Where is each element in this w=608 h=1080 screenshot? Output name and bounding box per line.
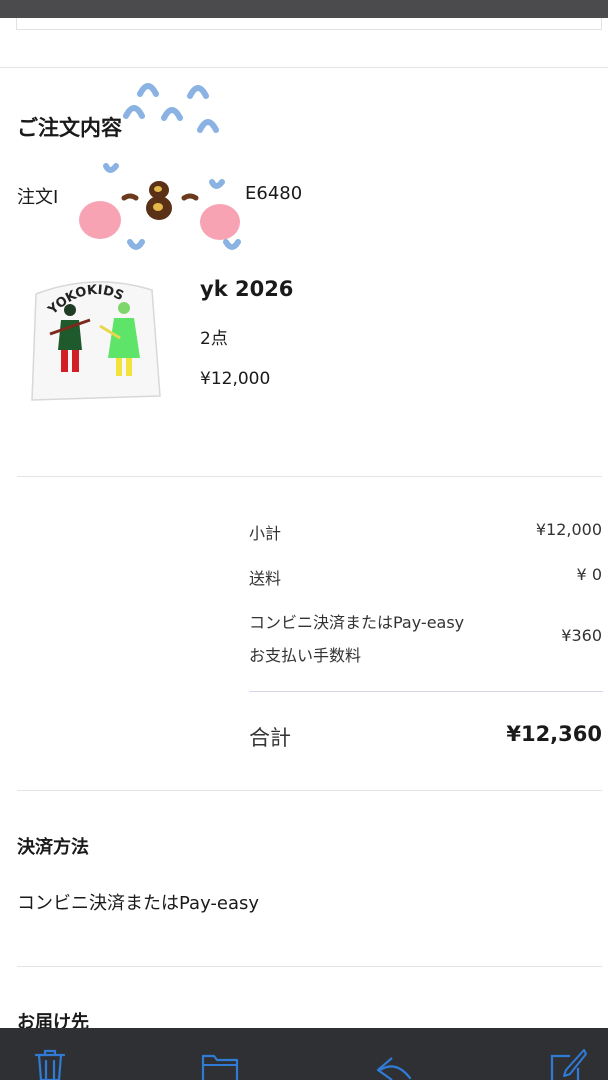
order-id-suffix: E6480 — [245, 183, 303, 204]
subtotal-value: ¥12,000 — [535, 520, 602, 539]
previous-section-box — [16, 18, 602, 30]
divider — [17, 966, 602, 967]
payment-method-value: コンビニ決済またはPay-easy — [17, 893, 260, 914]
payment-method-heading: 決済方法 — [17, 837, 89, 858]
summary-divider — [249, 691, 603, 692]
order-id-prefix: 注文I — [17, 187, 59, 208]
sticker-overlay — [79, 83, 241, 250]
trash-icon[interactable] — [30, 1046, 70, 1080]
folder-icon[interactable] — [200, 1046, 240, 1080]
payment-fee-value: ¥360 — [561, 626, 602, 645]
total-label: 合計 — [249, 726, 291, 750]
shipping-fee-label: 送料 — [249, 569, 282, 588]
compose-icon[interactable] — [548, 1046, 588, 1080]
status-bar — [0, 0, 608, 18]
subtotal-label: 小計 — [249, 524, 282, 543]
divider — [17, 790, 602, 791]
divider — [17, 476, 602, 477]
payment-fee-label-line1: コンビニ決済またはPay-easy — [249, 613, 465, 632]
bottom-toolbar — [0, 1028, 608, 1080]
reply-icon[interactable] — [374, 1046, 414, 1080]
product-thumbnail: YOKOKIDS — [31, 281, 161, 401]
divider — [0, 67, 608, 68]
payment-fee-label-line2: お支払い手数料 — [249, 646, 362, 665]
total-value: ¥12,360 — [506, 722, 602, 746]
product-quantity: 2点 — [200, 329, 228, 349]
shipping-fee-value: ¥ 0 — [576, 565, 602, 584]
product-price: ¥12,000 — [200, 369, 271, 389]
product-name: yk 2026 — [200, 277, 294, 301]
